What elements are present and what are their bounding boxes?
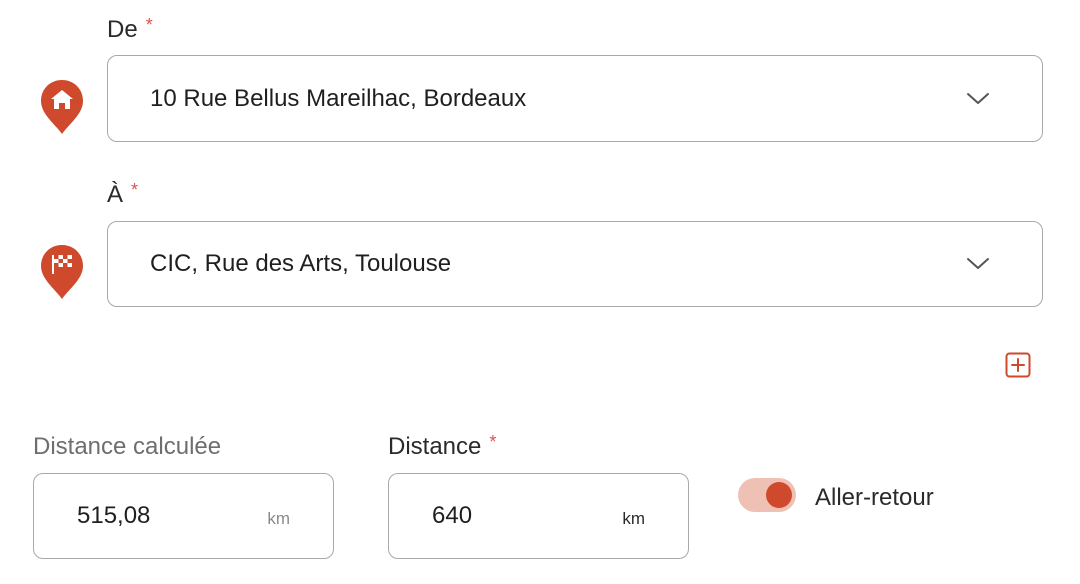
distance-label-text: Distance [388, 433, 482, 460]
chevron-down-icon [967, 92, 989, 104]
calculated-distance-field: 515,08 km [33, 473, 334, 559]
toggle-knob [766, 482, 792, 508]
calculated-distance-unit: km [267, 509, 290, 528]
finish-flag-pin-icon [39, 243, 85, 301]
from-address-select[interactable]: 10 Rue Bellus Mareilhac, Bordeaux [107, 55, 1043, 142]
home-pin-icon [39, 78, 85, 136]
round-trip-toggle[interactable] [738, 478, 796, 512]
from-address-value: 10 Rue Bellus Mareilhac, Bordeaux [150, 84, 527, 112]
calculated-distance-label: Distance calculée [33, 433, 222, 460]
chevron-down-icon [967, 258, 989, 269]
distance-input[interactable]: 640 km [388, 473, 689, 559]
distance-unit: km [622, 509, 645, 528]
to-address-select[interactable]: CIC, Rue des Arts, Toulouse [107, 221, 1043, 307]
to-label: À * [107, 180, 139, 208]
required-asterisk: * [489, 432, 497, 452]
plus-square-icon [1005, 352, 1031, 378]
required-asterisk: * [145, 15, 153, 35]
calculated-distance-value: 515,08 [77, 502, 151, 529]
from-label-text: De [107, 16, 138, 43]
add-step-button[interactable] [1005, 352, 1031, 378]
distance-label: Distance * [388, 432, 497, 460]
to-label-text: À [107, 181, 124, 208]
to-address-value: CIC, Rue des Arts, Toulouse [150, 250, 452, 277]
from-label: De * [107, 15, 153, 43]
distance-value: 640 [432, 502, 473, 529]
required-asterisk: * [131, 180, 139, 200]
round-trip-label: Aller-retour [815, 484, 934, 511]
